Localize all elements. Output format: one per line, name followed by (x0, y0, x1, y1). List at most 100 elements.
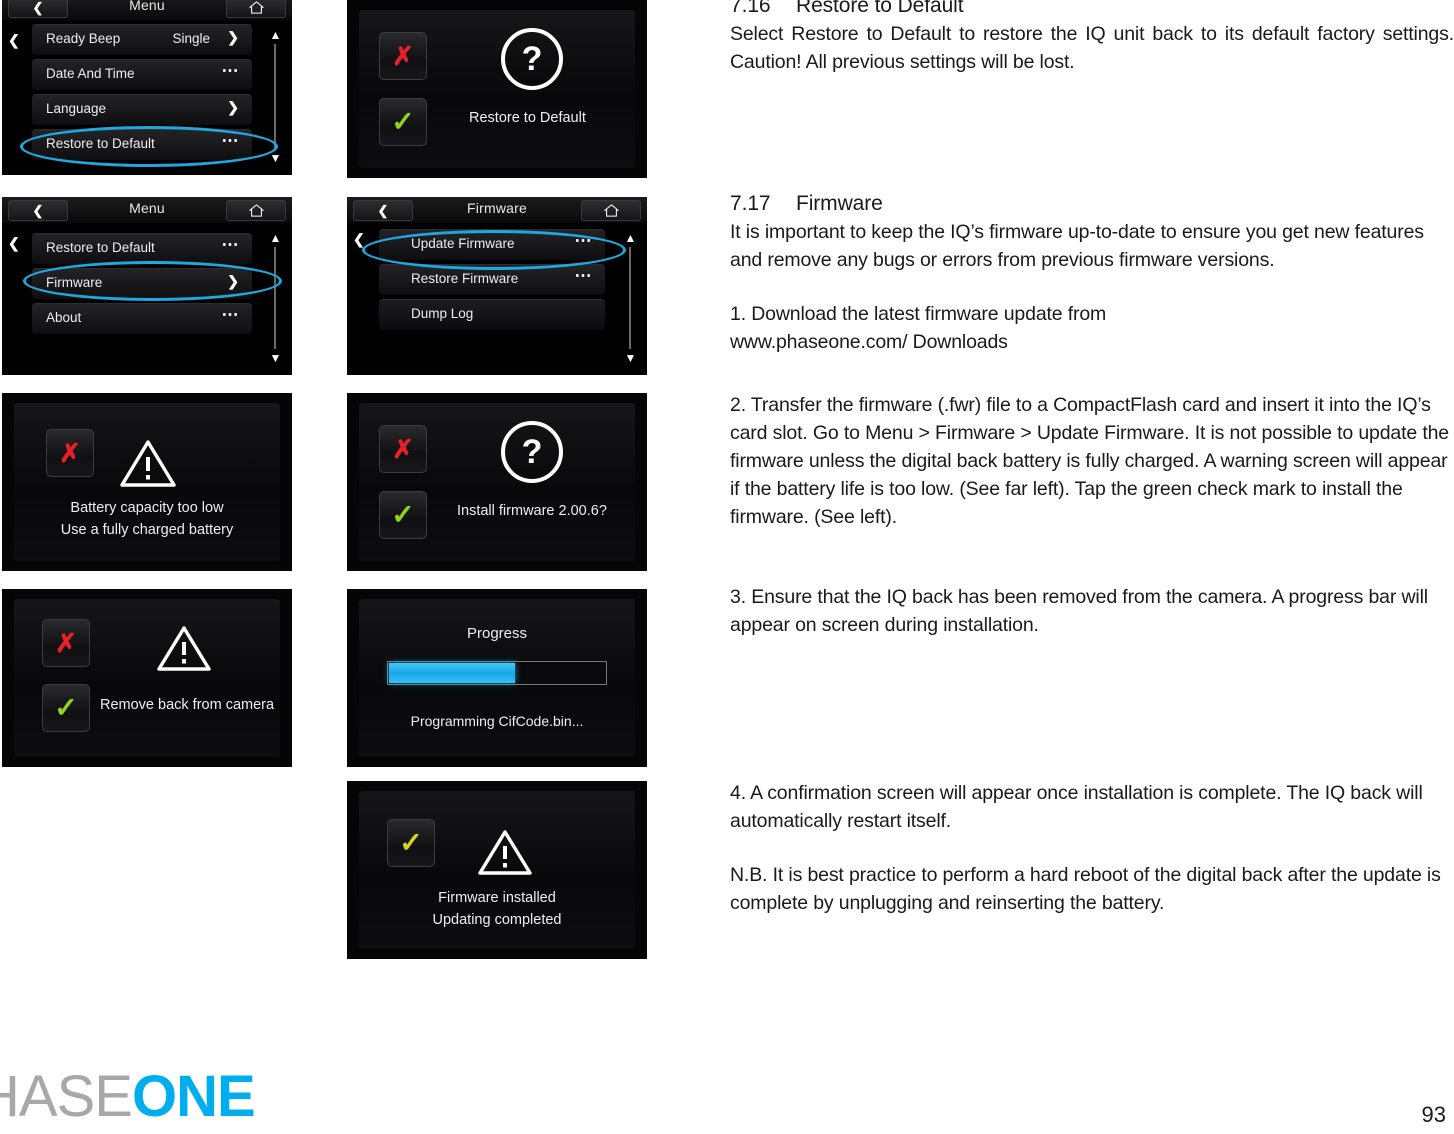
firmware-step-3-block: 3. Ensure that the IQ back has been remo… (730, 583, 1454, 639)
cancel-button[interactable]: ✗ (379, 32, 427, 80)
screen-install-firmware-confirm: ✗ ✓ ? Install firmware 2.00.6? (347, 393, 647, 571)
dialog: ✓ Firmware installed Updating completed (347, 781, 647, 959)
dialog-body: ✓ Firmware installed Updating completed (359, 791, 635, 949)
screen-menu-firmware: ❮ Menu ❮ Restore to Default ⋯ Firmware ❯… (2, 197, 292, 375)
scroll-down-icon[interactable]: ▼ (624, 351, 637, 365)
row-label: Restore to Default (46, 136, 155, 151)
device-ui: ❮ Firmware ❮ Update Firmware ⋯ Restore F… (347, 197, 647, 375)
screen-menu-restore-to-default: ❮ Menu ❮ Ready Beep Single ❯ Date And Ti… (2, 0, 292, 175)
cancel-button[interactable]: ✗ (379, 425, 427, 473)
section-heading: 7.17 Firmware (730, 192, 1454, 216)
cancel-button[interactable]: ✗ (42, 619, 90, 667)
firmware-step-2: 2. Transfer the firmware (.fwr) file to … (730, 394, 1449, 528)
firmware-step-3: 3. Ensure that the IQ back has been remo… (730, 586, 1428, 636)
green-check-icon: ✓ (391, 106, 415, 137)
chevron-right-icon: ❯ (227, 273, 240, 289)
home-button[interactable] (226, 0, 286, 18)
dialog: ✗ ✓ ? Restore to Default (347, 0, 647, 178)
section-heading: 7.16 Restore to Default (730, 0, 1454, 18)
dialog-body: ✗ Battery capacity too low Use a fully c… (14, 403, 280, 561)
device-ui: ❮ Menu ❮ Ready Beep Single ❯ Date And Ti… (2, 0, 292, 175)
screen-confirm-restore-to-default: ✗ ✓ ? Restore to Default (347, 0, 647, 178)
firmware-note: N.B. It is best practice to perform a ha… (730, 864, 1441, 914)
screen-firmware-menu: ❮ Firmware ❮ Update Firmware ⋯ Restore F… (347, 197, 647, 375)
row-label: Ready Beep (46, 31, 121, 46)
confirm-button[interactable]: ✓ (379, 491, 427, 539)
menu-row-ready-beep[interactable]: Ready Beep Single ❯ (32, 24, 252, 55)
menu-row-dump-log[interactable]: Dump Log (379, 299, 605, 330)
screen-titlebar: ❮ Firmware (347, 197, 647, 224)
scrollbar[interactable]: ▲ ▼ (269, 28, 282, 165)
menu-list: Restore to Default ⋯ Firmware ❯ About ⋯ (32, 233, 252, 369)
firmware-step-2-block: 2. Transfer the firmware (.fwr) file to … (730, 391, 1454, 531)
row-value: Single (172, 31, 210, 46)
section-restore-to-default: 7.16 Restore to Default Select Restore to… (730, 0, 1454, 76)
warning-triangle-icon (477, 829, 533, 877)
row-label: Update Firmware (411, 236, 515, 251)
firmware-intro: It is important to keep the IQ’s firmwar… (730, 221, 1424, 271)
page-left-indicator[interactable]: ❮ (353, 231, 365, 248)
home-button[interactable] (226, 200, 286, 221)
home-button[interactable] (581, 200, 641, 221)
scroll-down-icon[interactable]: ▼ (269, 351, 282, 365)
warning-line-2: Use a fully charged battery (60, 522, 234, 538)
progress-title: Progress (466, 625, 528, 642)
question-mark-icon: ? (501, 421, 563, 483)
firmware-step-1-line-1: 1. Download the latest firmware update f… (730, 303, 1107, 325)
row-label: Date And Time (46, 66, 135, 81)
yellow-check-icon: ✓ (399, 827, 423, 858)
row-label: Restore to Default (46, 240, 155, 255)
ellipsis-icon: ⋯ (574, 231, 593, 250)
scroll-up-icon[interactable]: ▲ (269, 231, 282, 245)
section-body: Select Restore to Default to restore the… (730, 23, 1454, 73)
firmware-step-4: 4. A confirmation screen will appear onc… (730, 782, 1423, 832)
scrollbar[interactable]: ▲ ▼ (624, 231, 637, 365)
confirm-button[interactable]: ✓ (42, 684, 90, 732)
cancel-button[interactable]: ✗ (46, 429, 94, 477)
logo-light-text: HASE (0, 1064, 133, 1129)
dialog-body: ✗ ✓ ? Install firmware 2.00.6? (359, 403, 635, 561)
dialog-body: ✗ ✓ ? Restore to Default (359, 10, 635, 168)
ellipsis-icon: ⋯ (221, 61, 240, 80)
menu-row-date-and-time[interactable]: Date And Time ⋯ (32, 59, 252, 90)
chevron-right-icon: ❯ (227, 99, 240, 115)
menu-list: Ready Beep Single ❯ Date And Time ⋯ Lang… (32, 24, 252, 169)
ellipsis-icon: ⋯ (221, 235, 240, 254)
menu-row-restore-to-default[interactable]: Restore to Default ⋯ (32, 129, 252, 160)
menu-row-firmware[interactable]: Firmware ❯ (32, 268, 252, 299)
screen-progress: Progress Programming CifCode.bin... (347, 589, 647, 767)
menu-row-language[interactable]: Language ❯ (32, 94, 252, 125)
green-check-icon: ✓ (391, 499, 415, 530)
warning-triangle-icon (119, 439, 177, 489)
progress-status: Programming CifCode.bin... (410, 713, 584, 729)
scroll-down-icon[interactable]: ▼ (269, 151, 282, 165)
scroll-up-icon[interactable]: ▲ (624, 231, 637, 245)
installed-line-1: Firmware installed (438, 890, 556, 906)
green-check-icon: ✓ (54, 692, 78, 723)
screen-remove-back: ✗ ✓ Remove back from camera (2, 589, 292, 767)
scrollbar[interactable]: ▲ ▼ (269, 231, 282, 365)
menu-row-restore-firmware[interactable]: Restore Firmware ⋯ (379, 264, 605, 295)
chevron-right-icon: ❯ (227, 29, 240, 45)
confirm-button[interactable]: ✓ (387, 819, 435, 867)
row-label: Language (46, 101, 107, 116)
warning-triangle-icon (156, 625, 212, 673)
red-x-icon: ✗ (55, 628, 77, 658)
progress-bar-fill (389, 663, 516, 683)
question-mark-icon: ? (501, 28, 563, 90)
menu-row-update-firmware[interactable]: Update Firmware ⋯ (379, 229, 605, 260)
page-left-indicator[interactable]: ❮ (8, 235, 20, 252)
section-number: 7.17 (730, 192, 771, 215)
menu-row-restore-to-default[interactable]: Restore to Default ⋯ (32, 233, 252, 264)
scroll-up-icon[interactable]: ▲ (269, 28, 282, 42)
dialog: ✗ Battery capacity too low Use a fully c… (2, 393, 292, 571)
red-x-icon: ✗ (392, 434, 414, 464)
dialog-body: ✗ ✓ Remove back from camera (14, 599, 280, 757)
menu-row-about[interactable]: About ⋯ (32, 303, 252, 334)
screen-titlebar: ❮ Menu (2, 197, 292, 224)
logo-heavy-text: ONE (131, 1064, 256, 1129)
red-x-icon: ✗ (59, 438, 81, 468)
row-label: Restore Firmware (411, 271, 519, 286)
page-left-indicator[interactable]: ❮ (8, 32, 20, 49)
confirm-button[interactable]: ✓ (379, 98, 427, 146)
